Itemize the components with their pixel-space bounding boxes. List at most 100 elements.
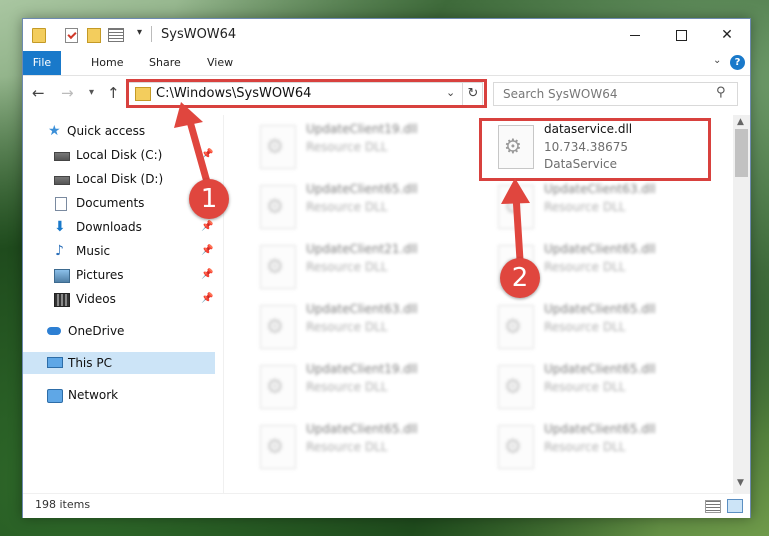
- file-name: UpdateClient65.dll: [306, 422, 418, 436]
- file-type: Resource DLL: [306, 320, 388, 334]
- file-name: UpdateClient65.dll: [544, 422, 656, 436]
- chevron-down-icon[interactable]: ⌄: [446, 86, 455, 99]
- file-item[interactable]: UpdateClient65.dll Resource DLL: [482, 359, 712, 415]
- search-icon[interactable]: ⚲: [716, 85, 726, 100]
- file-item[interactable]: UpdateClient63.dll Resource DLL: [244, 299, 474, 355]
- address-path[interactable]: C:\Windows\SysWOW64: [156, 86, 311, 101]
- help-icon[interactable]: ?: [730, 55, 745, 70]
- file-item[interactable]: UpdateClient65.dll Resource DLL: [482, 419, 712, 475]
- file-name: UpdateClient65.dll: [544, 242, 656, 256]
- sidebar-item-label: Downloads: [76, 220, 142, 234]
- status-bar: 198 items: [23, 493, 750, 518]
- folder-icon: [135, 87, 151, 101]
- details-view-icon[interactable]: [705, 500, 721, 513]
- maximize-button[interactable]: [658, 19, 704, 51]
- computer-icon: [47, 357, 63, 368]
- refresh-icon[interactable]: ↻: [462, 83, 483, 105]
- tab-home[interactable]: Home: [83, 51, 131, 75]
- sidebar-item-onedrive[interactable]: OneDrive: [23, 320, 223, 342]
- pin-icon[interactable]: 📌: [201, 240, 213, 262]
- file-item[interactable]: UpdateClient65.dll Resource DLL: [244, 419, 474, 475]
- scrollbar-thumb[interactable]: [735, 129, 748, 177]
- sidebar-item-quick-access[interactable]: ★ Quick access: [23, 120, 223, 142]
- disk-icon: [54, 176, 70, 185]
- document-icon: [55, 197, 67, 211]
- sidebar-item-pictures[interactable]: Pictures 📌: [23, 264, 223, 286]
- file-item[interactable]: UpdateClient63.dll Resource DLL: [482, 179, 712, 235]
- file-type: Resource DLL: [306, 200, 388, 214]
- pin-icon[interactable]: 📌: [201, 144, 213, 166]
- sidebar-item-label: Documents: [76, 196, 145, 210]
- scroll-down-icon[interactable]: ▼: [737, 478, 744, 488]
- sidebar-item-network[interactable]: Network: [23, 384, 223, 406]
- sidebar-item-videos[interactable]: Videos 📌: [23, 288, 223, 310]
- pin-icon[interactable]: 📌: [201, 264, 213, 286]
- sidebar-item-this-pc[interactable]: This PC: [23, 352, 215, 374]
- quick-access-toolbar-dropdown[interactable]: ▾: [137, 27, 142, 38]
- dll-file-icon: [260, 305, 296, 349]
- pictures-icon: [54, 269, 70, 283]
- file-name: UpdateClient19.dll: [306, 122, 418, 136]
- network-icon: [47, 389, 63, 403]
- navigation-pane: ★ Quick access Local Disk (C:) 📌 Local D…: [23, 115, 223, 493]
- disk-icon: [54, 152, 70, 161]
- sidebar-item-music[interactable]: ♪ Music 📌: [23, 240, 223, 262]
- sidebar-item-label: Videos: [76, 292, 116, 306]
- file-name: UpdateClient65.dll: [544, 362, 656, 376]
- pin-icon[interactable]: 📌: [201, 216, 213, 238]
- star-icon: ★: [48, 123, 61, 139]
- sidebar-item-downloads[interactable]: ⬇ Downloads 📌: [23, 216, 223, 238]
- vertical-scrollbar[interactable]: ▲ ▼: [733, 115, 750, 493]
- explorer-window: ▾ SysWOW64 ✕ File Home Share View ⌄ ? ← …: [22, 18, 751, 518]
- sidebar-item-label: This PC: [68, 356, 112, 370]
- forward-arrow-icon[interactable]: →: [61, 84, 74, 102]
- dll-file-icon: [498, 425, 534, 469]
- file-item[interactable]: UpdateClient21.dll Resource DLL: [244, 239, 474, 295]
- sidebar-item-label: Pictures: [76, 268, 124, 282]
- dll-file-icon: [498, 305, 534, 349]
- file-name: UpdateClient63.dll: [306, 302, 418, 316]
- file-item-dataservice[interactable]: dataservice.dll 10.734.38675 DataService: [482, 119, 712, 175]
- back-arrow-icon[interactable]: ←: [32, 84, 45, 102]
- tab-share[interactable]: Share: [141, 51, 189, 75]
- sidebar-item-local-disk-c[interactable]: Local Disk (C:) 📌: [23, 144, 223, 166]
- minimize-button[interactable]: [612, 19, 658, 51]
- step-badge-2: 2: [500, 258, 540, 298]
- file-name: UpdateClient21.dll: [306, 242, 418, 256]
- recent-locations-icon[interactable]: ▾: [89, 87, 94, 98]
- search-placeholder: Search SysWOW64: [503, 87, 618, 101]
- dll-file-icon: [260, 185, 296, 229]
- file-name: UpdateClient65.dll: [306, 182, 418, 196]
- file-description: DataService: [544, 157, 618, 171]
- new-folder-icon[interactable]: [87, 28, 101, 43]
- folder-icon[interactable]: [32, 28, 46, 43]
- search-input[interactable]: Search SysWOW64 ⚲: [493, 82, 738, 106]
- file-item[interactable]: UpdateClient19.dll Resource DLL: [244, 359, 474, 415]
- ribbon-tabs: File Home Share View ⌄ ?: [23, 51, 750, 76]
- file-name: UpdateClient63.dll: [544, 182, 656, 196]
- tab-view[interactable]: View: [199, 51, 241, 75]
- file-type: Resource DLL: [544, 380, 626, 394]
- download-icon: ⬇: [54, 219, 66, 235]
- up-arrow-icon[interactable]: ↑: [107, 84, 120, 102]
- dll-file-icon: [260, 425, 296, 469]
- large-icons-view-icon[interactable]: [727, 499, 743, 513]
- address-bar[interactable]: C:\Windows\SysWOW64 ⌄ ↻: [128, 82, 483, 106]
- file-item[interactable]: UpdateClient19.dll Resource DLL: [244, 119, 474, 175]
- minimize-icon: [630, 34, 640, 36]
- file-type: Resource DLL: [544, 260, 626, 274]
- video-icon: [54, 293, 70, 307]
- sidebar-item-label: Network: [68, 388, 119, 402]
- tab-file[interactable]: File: [23, 51, 61, 75]
- scroll-up-icon[interactable]: ▲: [737, 117, 744, 127]
- file-item[interactable]: UpdateClient65.dll Resource DLL: [482, 299, 712, 355]
- close-button[interactable]: ✕: [704, 19, 750, 51]
- ribbon-expand-icon[interactable]: ⌄: [713, 55, 721, 66]
- file-type: Resource DLL: [306, 440, 388, 454]
- properties-icon[interactable]: [65, 28, 78, 43]
- view-options-icon[interactable]: [108, 28, 124, 42]
- file-name: dataservice.dll: [544, 122, 633, 136]
- pin-icon[interactable]: 📌: [201, 288, 213, 310]
- file-type: Resource DLL: [306, 140, 388, 154]
- file-item[interactable]: UpdateClient65.dll Resource DLL: [244, 179, 474, 235]
